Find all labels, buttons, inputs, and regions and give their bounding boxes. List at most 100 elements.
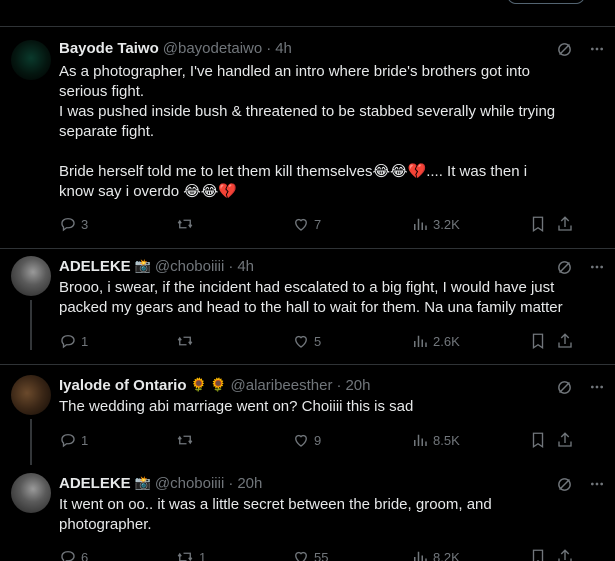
reply-button[interactable]: 3 xyxy=(59,214,88,234)
grok-icon[interactable] xyxy=(556,259,573,276)
reply-button[interactable]: 6 xyxy=(59,547,88,561)
separator-dot: · xyxy=(228,257,234,275)
grok-icon[interactable] xyxy=(556,476,573,493)
heart-icon xyxy=(295,434,307,447)
user-handle[interactable]: @bayodetaiwo xyxy=(163,40,262,57)
view-count: 8.5K xyxy=(433,432,460,448)
tweet-text: The wedding abi marriage went on? Choiii… xyxy=(59,398,414,415)
like-count: 9 xyxy=(314,432,322,448)
heart-icon xyxy=(295,551,307,561)
like-button[interactable]: 55 xyxy=(292,547,328,561)
retweet-button[interactable] xyxy=(175,331,199,351)
top-partial-button[interactable] xyxy=(507,0,585,4)
top-strip xyxy=(0,0,615,27)
views-icon xyxy=(414,218,427,230)
views-button[interactable]: 3.2K xyxy=(411,214,460,234)
views-icon xyxy=(414,551,427,561)
display-name[interactable]: Iyalode of Ontario xyxy=(59,377,187,394)
views-button[interactable]: 2.6K xyxy=(411,331,460,351)
retweet-icon xyxy=(177,219,193,229)
display-name[interactable]: ADELEKE xyxy=(59,258,131,275)
tweet-text: As a photographer, I've handled an intro… xyxy=(59,63,556,200)
display-name[interactable]: ADELEKE xyxy=(59,475,131,492)
retweet-button[interactable] xyxy=(175,214,199,234)
tweet-text: It went on oo.. it was a little secret b… xyxy=(59,496,496,533)
thread-line xyxy=(30,300,32,350)
header-actions xyxy=(556,474,603,494)
like-button[interactable]: 5 xyxy=(292,331,321,351)
tweet-divider xyxy=(0,364,615,365)
action-bar: 1 9 8.5K xyxy=(59,430,589,450)
thread-line xyxy=(30,419,32,465)
like-count: 55 xyxy=(314,549,329,561)
tweet-header: ADELEKE 📸 @choboiiii · 4h xyxy=(59,256,254,276)
user-handle[interactable]: @alaribeesther xyxy=(231,377,333,394)
share-button[interactable] xyxy=(556,331,578,351)
heart-icon xyxy=(295,218,307,231)
grok-icon[interactable] xyxy=(556,41,573,58)
reply-button[interactable]: 1 xyxy=(59,430,88,450)
bookmark-button[interactable] xyxy=(529,547,551,561)
more-icon[interactable] xyxy=(589,259,605,275)
bookmark-icon xyxy=(532,333,544,350)
header-actions xyxy=(556,39,603,59)
timestamp[interactable]: 4h xyxy=(237,258,254,275)
retweet-button[interactable] xyxy=(175,430,199,450)
timestamp[interactable]: 4h xyxy=(275,40,292,57)
reply-button[interactable]: 1 xyxy=(59,331,88,351)
more-icon[interactable] xyxy=(589,476,605,492)
retweet-icon xyxy=(177,435,193,445)
separator-dot: · xyxy=(336,376,342,394)
reply-icon xyxy=(61,218,75,232)
bookmark-button[interactable] xyxy=(529,430,551,450)
bookmark-button[interactable] xyxy=(529,331,551,351)
profile-badge: 📸 xyxy=(134,475,151,490)
reply-icon xyxy=(61,551,75,561)
display-name[interactable]: Bayode Taiwo xyxy=(59,40,159,57)
tweet-header: Iyalode of Ontario 🌻 🌻 @alaribeesther · … xyxy=(59,375,371,395)
timestamp[interactable]: 20h xyxy=(345,377,370,394)
retweet-count: 1 xyxy=(199,549,207,561)
more-icon[interactable] xyxy=(589,41,605,57)
timestamp[interactable]: 20h xyxy=(237,475,262,492)
user-handle[interactable]: @choboiiii xyxy=(155,475,224,492)
retweet-icon xyxy=(177,552,193,561)
tweet-divider xyxy=(0,248,615,249)
share-button[interactable] xyxy=(556,547,578,561)
avatar[interactable] xyxy=(11,256,51,296)
bookmark-button[interactable] xyxy=(529,214,551,234)
more-icon[interactable] xyxy=(589,379,605,395)
reply-icon xyxy=(61,434,75,448)
share-icon xyxy=(558,549,572,561)
retweet-button[interactable]: 1 xyxy=(175,547,206,561)
separator-dot: · xyxy=(266,39,272,57)
header-actions xyxy=(556,377,603,397)
profile-badge: 📸 xyxy=(134,258,151,273)
view-count: 2.6K xyxy=(433,333,460,349)
bookmark-icon xyxy=(532,432,544,449)
view-count: 3.2K xyxy=(433,216,460,232)
avatar[interactable] xyxy=(11,473,51,513)
views-icon xyxy=(414,335,427,347)
share-icon xyxy=(558,333,572,348)
share-button[interactable] xyxy=(556,430,578,450)
tweet-header: Bayode Taiwo @bayodetaiwo · 4h xyxy=(59,38,292,58)
like-button[interactable]: 9 xyxy=(292,430,321,450)
reply-icon xyxy=(61,335,75,349)
avatar[interactable] xyxy=(11,375,51,415)
views-icon xyxy=(414,434,427,446)
share-icon xyxy=(558,432,572,447)
views-button[interactable]: 8.2K xyxy=(411,547,460,561)
header-actions xyxy=(556,257,603,277)
view-count: 8.2K xyxy=(433,549,460,561)
bookmark-icon xyxy=(532,216,544,233)
avatar[interactable] xyxy=(11,40,51,80)
like-button[interactable]: 7 xyxy=(292,214,321,234)
reply-count: 1 xyxy=(81,432,89,448)
grok-icon[interactable] xyxy=(556,379,573,396)
user-handle[interactable]: @choboiiii xyxy=(155,258,224,275)
share-button[interactable] xyxy=(556,214,578,234)
reply-count: 3 xyxy=(81,216,89,232)
tweet-text: Brooo, i swear, if the incident had esca… xyxy=(59,279,563,316)
views-button[interactable]: 8.5K xyxy=(411,430,460,450)
